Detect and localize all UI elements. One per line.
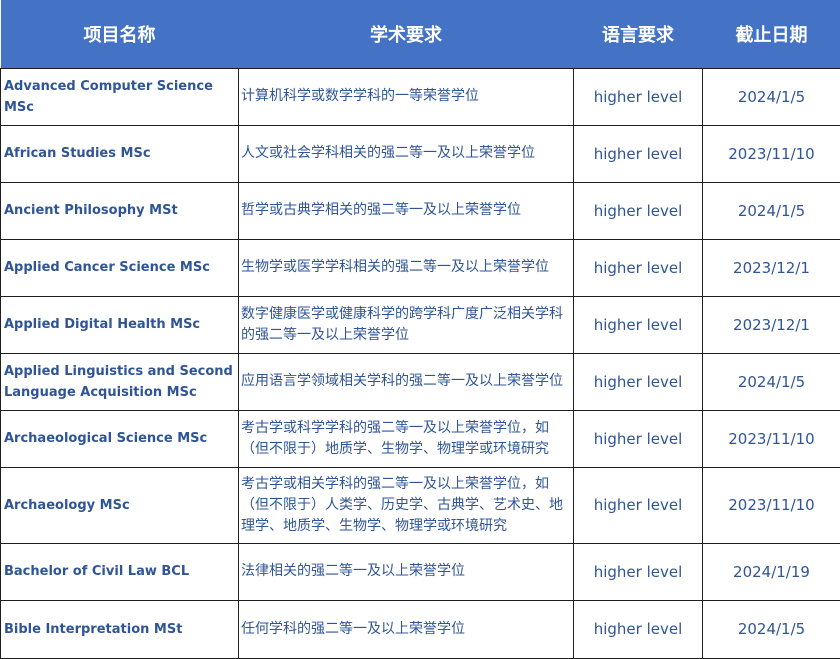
programs-table: 项目名称 学术要求 语言要求 截止日期 Advanced Computer Sc… (0, 0, 840, 659)
program-name-cell: African Studies MSc (1, 125, 239, 182)
language-requirement-cell: higher level (574, 467, 703, 543)
academic-requirement-cell: 考古学或科学学科的强二等一及以上荣誉学位，如（但不限于）地质学、生物学、物理学或… (239, 410, 574, 467)
academic-requirement-text: 生物学或医学学科相关的强二等一及以上荣誉学位 (241, 257, 571, 278)
academic-requirement-text: 数字健康医学或健康科学的跨学科广度广泛相关学科的强二等一及以上荣誉学位 (241, 304, 571, 346)
academic-requirement-cell: 数字健康医学或健康科学的跨学科广度广泛相关学科的强二等一及以上荣誉学位 (239, 296, 574, 353)
language-requirement-cell: higher level (574, 125, 703, 182)
table-row: Applied Digital Health MSc 数字健康医学或健康科学的跨… (1, 296, 840, 353)
column-header-academic-requirement: 学术要求 (239, 0, 574, 68)
program-name-cell: Ancient Philosophy MSt (1, 182, 239, 239)
program-name-cell: Applied Digital Health MSc (1, 296, 239, 353)
program-name-cell: Bachelor of Civil Law BCL (1, 543, 239, 600)
academic-requirement-cell: 人文或社会学科相关的强二等一及以上荣誉学位 (239, 125, 574, 182)
academic-requirement-text: 计算机科学或数学学科的一等荣誉学位 (241, 86, 571, 107)
table-row: African Studies MSc 人文或社会学科相关的强二等一及以上荣誉学… (1, 125, 840, 182)
language-requirement-cell: higher level (574, 68, 703, 125)
language-requirement-cell: higher level (574, 410, 703, 467)
deadline-cell: 2024/1/19 (703, 543, 840, 600)
deadline-cell: 2023/12/1 (703, 296, 840, 353)
academic-requirement-cell: 计算机科学或数学学科的一等荣誉学位 (239, 68, 574, 125)
deadline-cell: 2023/12/1 (703, 239, 840, 296)
academic-requirement-text: 人文或社会学科相关的强二等一及以上荣誉学位 (241, 143, 571, 164)
language-requirement-cell: higher level (574, 600, 703, 658)
academic-requirement-text: 法律相关的强二等一及以上荣誉学位 (241, 561, 571, 582)
table-row: Archaeological Science MSc 考古学或科学学科的强二等一… (1, 410, 840, 467)
academic-requirement-text: 哲学或古典学相关的强二等一及以上荣誉学位 (241, 200, 571, 221)
academic-requirement-text: 应用语言学领域相关学科的强二等一及以上荣誉学位 (241, 371, 571, 392)
academic-requirement-cell: 生物学或医学学科相关的强二等一及以上荣誉学位 (239, 239, 574, 296)
academic-requirement-text: 考古学或相关学科的强二等一及以上荣誉学位，如（但不限于）人类学、历史学、古典学、… (241, 474, 571, 537)
academic-requirement-cell: 哲学或古典学相关的强二等一及以上荣誉学位 (239, 182, 574, 239)
academic-requirement-cell: 应用语言学领域相关学科的强二等一及以上荣誉学位 (239, 353, 574, 410)
deadline-cell: 2023/11/10 (703, 410, 840, 467)
table-row: Bachelor of Civil Law BCL 法律相关的强二等一及以上荣誉… (1, 543, 840, 600)
deadline-cell: 2024/1/5 (703, 182, 840, 239)
table-row: Bible Interpretation MSt 任何学科的强二等一及以上荣誉学… (1, 600, 840, 658)
program-name-cell: Bible Interpretation MSt (1, 600, 239, 658)
academic-requirement-cell: 考古学或相关学科的强二等一及以上荣誉学位，如（但不限于）人类学、历史学、古典学、… (239, 467, 574, 543)
table-row: Advanced Computer Science MSc 计算机科学或数学学科… (1, 68, 840, 125)
academic-requirement-text: 任何学科的强二等一及以上荣誉学位 (241, 619, 571, 640)
deadline-cell: 2024/1/5 (703, 68, 840, 125)
program-name-cell: Archaeological Science MSc (1, 410, 239, 467)
column-header-language-requirement: 语言要求 (574, 0, 703, 68)
program-name-cell: Applied Linguistics and Second Language … (1, 353, 239, 410)
language-requirement-cell: higher level (574, 543, 703, 600)
program-name-cell: Applied Cancer Science MSc (1, 239, 239, 296)
language-requirement-cell: higher level (574, 182, 703, 239)
academic-requirement-text: 考古学或科学学科的强二等一及以上荣誉学位，如（但不限于）地质学、生物学、物理学或… (241, 418, 571, 460)
academic-requirement-cell: 法律相关的强二等一及以上荣誉学位 (239, 543, 574, 600)
table-row: Applied Linguistics and Second Language … (1, 353, 840, 410)
academic-requirement-cell: 任何学科的强二等一及以上荣誉学位 (239, 600, 574, 658)
deadline-cell: 2023/11/10 (703, 467, 840, 543)
deadline-cell: 2024/1/5 (703, 600, 840, 658)
deadline-cell: 2024/1/5 (703, 353, 840, 410)
table-row: Ancient Philosophy MSt 哲学或古典学相关的强二等一及以上荣… (1, 182, 840, 239)
table-row: Archaeology MSc 考古学或相关学科的强二等一及以上荣誉学位，如（但… (1, 467, 840, 543)
language-requirement-cell: higher level (574, 239, 703, 296)
table-row: Applied Cancer Science MSc 生物学或医学学科相关的强二… (1, 239, 840, 296)
header-row: 项目名称 学术要求 语言要求 截止日期 (1, 0, 840, 68)
language-requirement-cell: higher level (574, 296, 703, 353)
deadline-cell: 2023/11/10 (703, 125, 840, 182)
program-name-cell: Advanced Computer Science MSc (1, 68, 239, 125)
column-header-program-name: 项目名称 (1, 0, 239, 68)
language-requirement-cell: higher level (574, 353, 703, 410)
column-header-deadline: 截止日期 (703, 0, 840, 68)
program-name-cell: Archaeology MSc (1, 467, 239, 543)
